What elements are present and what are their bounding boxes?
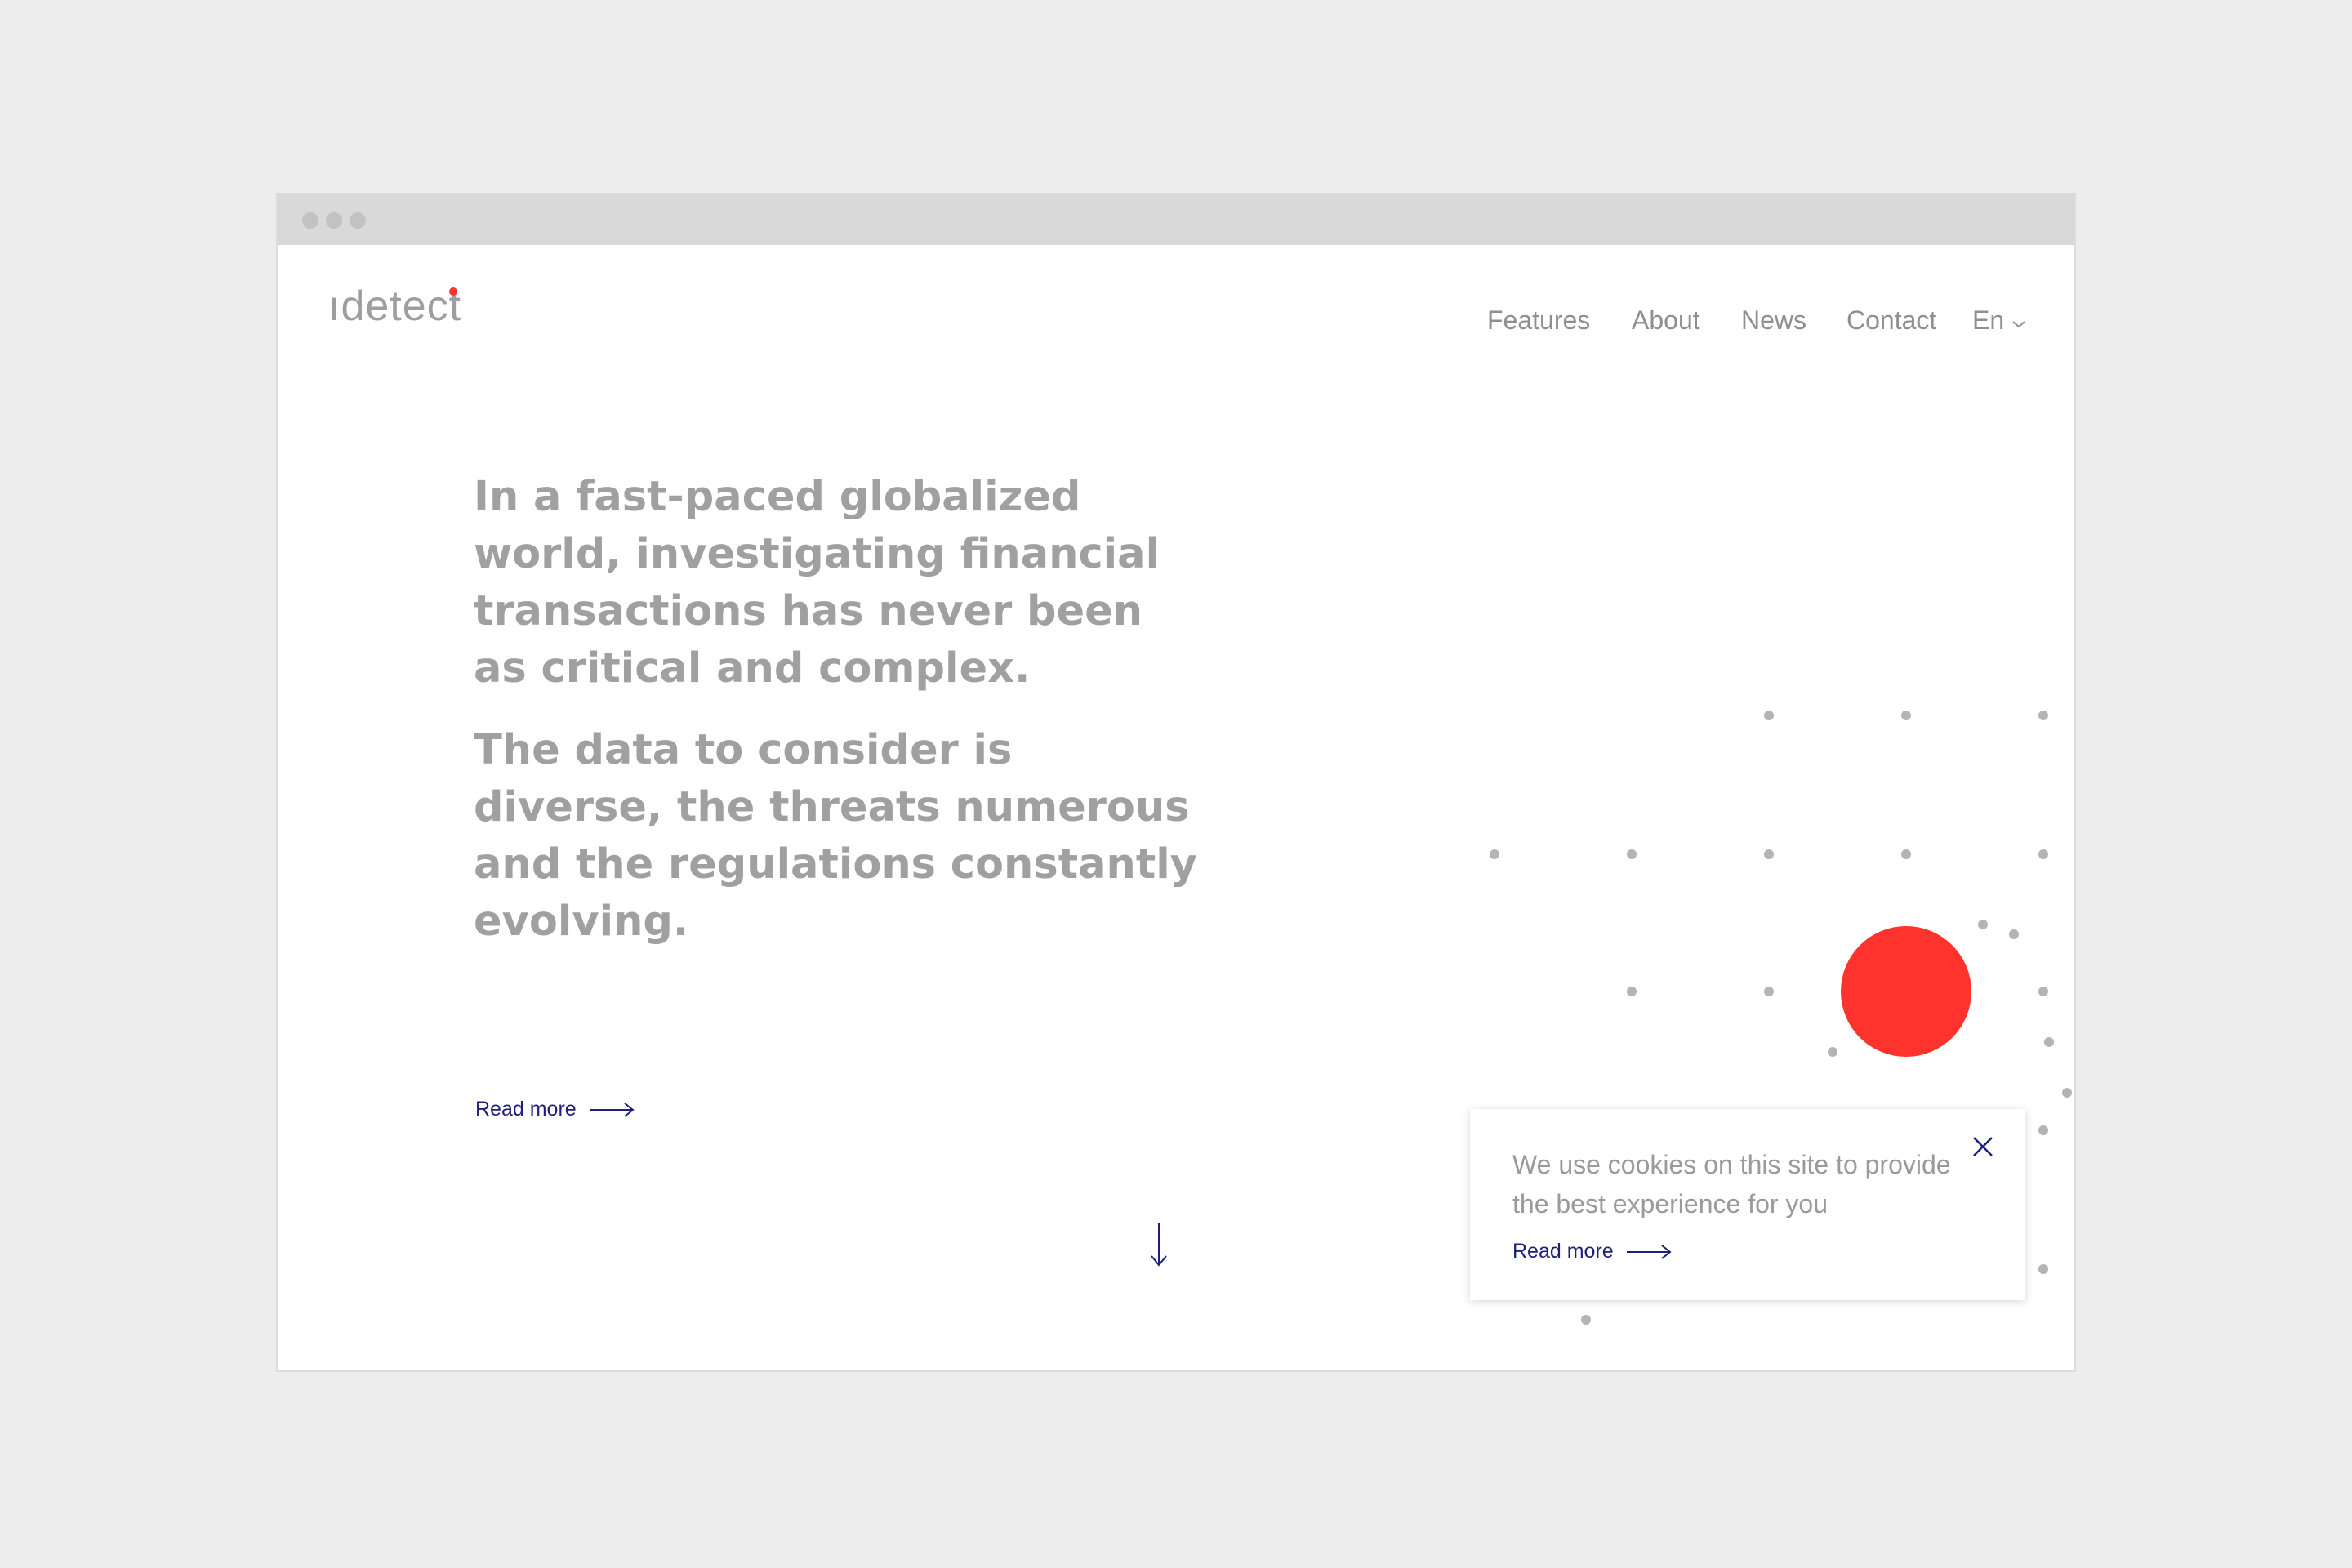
nav-item-contact[interactable]: Contact — [1846, 304, 1936, 336]
cookie-text: We use cookies on this site to provide t… — [1512, 1150, 1951, 1218]
hero-paragraph-1: In a fast-paced globalized world, invest… — [474, 473, 1160, 693]
nav-item-news[interactable]: News — [1741, 304, 1806, 336]
logo-dot-icon — [449, 287, 457, 296]
nav-item-about[interactable]: About — [1632, 304, 1700, 336]
window-dot-icon — [350, 212, 366, 229]
arrow-right-icon — [589, 1102, 635, 1117]
close-icon[interactable] — [1971, 1135, 1994, 1158]
cookie-read-more-link[interactable]: Read more — [1512, 1240, 1673, 1263]
chevron-down-icon — [2012, 321, 2025, 328]
red-circle-icon — [1841, 926, 1971, 1057]
window-dot-icon — [302, 212, 318, 229]
hero-read-more-link[interactable]: Read more — [475, 1098, 635, 1121]
read-more-label: Read more — [475, 1098, 577, 1120]
hero-text: In a fast-paced globalized world, invest… — [474, 469, 1209, 951]
language-label: En — [1972, 305, 2005, 335]
window-dot-icon — [326, 212, 342, 229]
browser-chrome — [278, 194, 2074, 245]
browser-window: ıdetect Features About News Contact En I… — [276, 193, 2076, 1372]
read-more-label: Read more — [1512, 1240, 1614, 1263]
arrow-down-icon[interactable] — [1147, 1222, 1171, 1271]
hero-paragraph-2: The data to consider is diverse, the thr… — [474, 726, 1197, 946]
arrow-right-icon — [1626, 1244, 1672, 1259]
cookie-banner: We use cookies on this site to provide t… — [1470, 1109, 2025, 1300]
nav-item-features[interactable]: Features — [1487, 304, 1590, 336]
page: ıdetect Features About News Contact En I… — [278, 245, 2074, 1370]
main-nav: Features About News Contact En — [278, 304, 2074, 336]
language-selector[interactable]: En — [1972, 304, 2004, 336]
